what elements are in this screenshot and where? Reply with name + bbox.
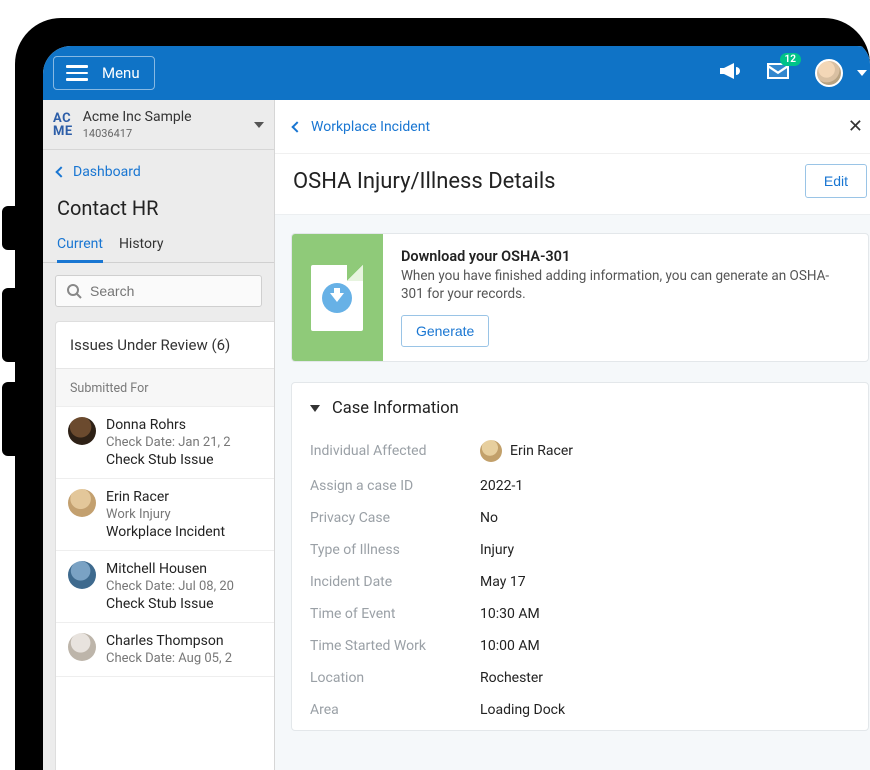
field-label: Location: [310, 670, 480, 686]
field-row: Time Started Work 10:00 AM: [310, 630, 850, 662]
section-title: Case Information: [332, 399, 459, 418]
field-row: Incident Date May 17: [310, 566, 850, 598]
issue-meta: Work Injury: [106, 507, 225, 522]
download-illustration: [292, 234, 383, 361]
field-value: Injury: [480, 542, 514, 558]
main-panel: Workplace Incident ✕ OSHA Injury/Illness…: [275, 100, 870, 770]
org-switcher[interactable]: ACME Acme Inc Sample 14036417: [43, 100, 274, 150]
field-value: 2022-1: [480, 478, 523, 494]
profile-caret-icon[interactable]: [857, 70, 867, 76]
hamburger-icon: [66, 65, 88, 81]
app-body: ACME Acme Inc Sample 14036417 Dashboard …: [43, 100, 870, 770]
issue-name: Erin Racer: [106, 489, 225, 505]
issue-name: Donna Rohrs: [106, 417, 231, 433]
field-value: Rochester: [480, 670, 543, 686]
edit-button[interactable]: Edit: [805, 164, 867, 198]
avatar: [68, 489, 96, 517]
list-item[interactable]: Charles Thompson Check Date: Aug 05, 2: [56, 623, 274, 677]
field-value: No: [480, 510, 498, 526]
menu-button[interactable]: Menu: [53, 56, 155, 90]
sidebar: ACME Acme Inc Sample 14036417 Dashboard …: [43, 100, 275, 770]
field-row: Location Rochester: [310, 662, 850, 694]
chevron-left-icon: [55, 166, 66, 177]
chevron-down-icon: [254, 122, 264, 128]
field-label: Assign a case ID: [310, 478, 480, 494]
screen: Menu 12 ACME: [43, 46, 870, 770]
tablet-frame: Menu 12 ACME: [15, 18, 870, 770]
section-toggle[interactable]: Case Information: [310, 399, 850, 418]
avatar: [68, 633, 96, 661]
issue-meta: Check Date: Jan 21, 2: [106, 435, 231, 450]
promo-text: When you have finished adding informatio…: [401, 267, 850, 303]
field-value: 10:30 AM: [480, 606, 540, 622]
search-field[interactable]: [55, 275, 262, 307]
search-wrap: [43, 263, 274, 321]
title-bar: OSHA Injury/Illness Details Edit: [275, 154, 870, 215]
back-to-dashboard[interactable]: Dashboard: [43, 150, 274, 192]
generate-button[interactable]: Generate: [401, 315, 489, 347]
field-label: Privacy Case: [310, 510, 480, 526]
download-osha-card: Download your OSHA-301 When you have fin…: [291, 233, 869, 362]
org-logo: ACME: [53, 112, 73, 138]
breadcrumb-label: Workplace Incident: [311, 119, 430, 135]
issues-list-title: Issues Under Review (6): [56, 322, 274, 369]
topbar: Menu 12: [43, 46, 870, 100]
sidebar-tabs: Current History: [43, 230, 274, 263]
field-label: Time Started Work: [310, 638, 480, 654]
promo-title: Download your OSHA-301: [401, 248, 850, 265]
issue-name: Charles Thompson: [106, 633, 232, 649]
field-row: Privacy Case No: [310, 502, 850, 534]
field-row: Individual Affected Erin Racer: [310, 432, 850, 470]
field-label: Incident Date: [310, 574, 480, 590]
issues-list: Issues Under Review (6) Submitted For Do…: [55, 321, 274, 770]
breadcrumb-bar: Workplace Incident ✕: [275, 100, 870, 154]
field-row: Assign a case ID 2022-1: [310, 470, 850, 502]
field-value: 10:00 AM: [480, 638, 540, 654]
menu-label: Menu: [102, 64, 140, 82]
tab-current[interactable]: Current: [57, 230, 103, 263]
breadcrumb-back[interactable]: Workplace Incident: [293, 119, 430, 135]
field-row: Time of Event 10:30 AM: [310, 598, 850, 630]
back-label: Dashboard: [73, 164, 141, 180]
issue-meta: Check Date: Aug 05, 2: [106, 651, 232, 666]
document-download-icon: [311, 265, 363, 331]
field-label: Area: [310, 702, 480, 718]
close-button[interactable]: ✕: [844, 112, 867, 141]
field-row: Type of Illness Injury: [310, 534, 850, 566]
list-item[interactable]: Mitchell Housen Check Date: Jul 08, 20 C…: [56, 551, 274, 623]
page-title: OSHA Injury/Illness Details: [293, 169, 556, 194]
tab-history[interactable]: History: [119, 230, 164, 262]
avatar: [68, 417, 96, 445]
issue-type: Workplace Incident: [106, 524, 225, 540]
announcements-icon[interactable]: [717, 60, 741, 86]
inbox-icon[interactable]: 12: [765, 61, 791, 85]
search-icon: [66, 283, 82, 299]
topbar-right: 12: [717, 59, 867, 87]
collapse-caret-icon: [310, 405, 320, 412]
list-item[interactable]: Erin Racer Work Injury Workplace Inciden…: [56, 479, 274, 551]
field-value: Erin Racer: [480, 440, 573, 462]
list-item[interactable]: Donna Rohrs Check Date: Jan 21, 2 Check …: [56, 407, 274, 479]
profile-avatar[interactable]: [815, 59, 843, 87]
field-label: Type of Illness: [310, 542, 480, 558]
search-input[interactable]: [90, 283, 251, 299]
issue-type: Check Stub Issue: [106, 452, 231, 468]
field-value: May 17: [480, 574, 526, 590]
field-label: Time of Event: [310, 606, 480, 622]
issue-name: Mitchell Housen: [106, 561, 234, 577]
sidebar-title: Contact HR: [43, 192, 274, 230]
org-id: 14036417: [83, 127, 192, 140]
field-row: Area Loading Dock: [310, 694, 850, 726]
org-name: Acme Inc Sample: [83, 109, 192, 125]
issue-meta: Check Date: Jul 08, 20: [106, 579, 234, 594]
field-value: Loading Dock: [480, 702, 565, 718]
inbox-badge: 12: [780, 53, 801, 66]
issues-subhead: Submitted For: [56, 369, 274, 407]
issue-type: Check Stub Issue: [106, 596, 234, 612]
chevron-left-icon: [291, 121, 302, 132]
case-information-section: Case Information Individual Affected Eri…: [291, 382, 869, 731]
field-label: Individual Affected: [310, 443, 480, 459]
avatar: [68, 561, 96, 589]
person-avatar-icon: [480, 440, 502, 462]
